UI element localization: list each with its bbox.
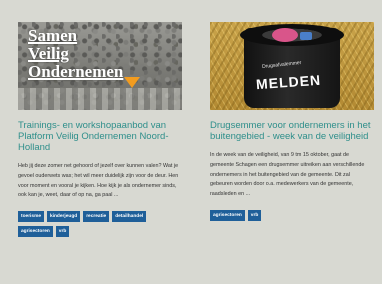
news-grid: Samen Veilig Ondernemen Trainings- en wo… [0, 0, 382, 284]
tag-agrisectoren[interactable]: agrisectoren [18, 226, 53, 238]
bucket-contents [272, 28, 298, 42]
tag-agrisectoren[interactable]: agrisectoren [210, 209, 245, 221]
overlay-line-3: Ondernemen [28, 62, 124, 81]
tag-kinderjeugd[interactable]: kinderjeugd [47, 211, 81, 223]
news-card-training[interactable]: Samen Veilig Ondernemen Trainings- en wo… [18, 22, 182, 238]
card-excerpt: Heb jij deze zomer net gehoord of jezelf… [18, 163, 179, 199]
card-title[interactable]: Drugsemmer voor ondernemers in het buite… [210, 120, 374, 142]
tag-toerisme[interactable]: toerisme [18, 211, 44, 223]
card-excerpt: In de week van de veiligheid, van 9 tm 1… [210, 152, 365, 198]
overlay-line-2: Veilig [28, 44, 69, 63]
tag-list: agrisectoren vrb [210, 209, 374, 221]
tag-vrb[interactable]: vrb [55, 226, 70, 238]
tag-vrb[interactable]: vrb [247, 209, 262, 221]
overlay-line-1: Samen [28, 26, 78, 45]
card-title[interactable]: Trainings- en workshopaanbod van Platfor… [18, 120, 182, 153]
image-overlay-text: Samen Veilig Ondernemen [28, 27, 123, 81]
crosswalk-stripes [18, 88, 182, 110]
news-card-drugsemmer[interactable]: Drugsafvalemmer MELDEN Drugsemmer voor o… [210, 22, 374, 221]
arrow-down-icon [124, 77, 140, 88]
tag-list: toerisme kinderjeugd recreatie detailhan… [18, 211, 182, 238]
tag-detailhandel[interactable]: detailhandel [112, 211, 147, 223]
card-image-bucket[interactable]: Drugsafvalemmer MELDEN [210, 22, 374, 110]
card-image-crowd[interactable]: Samen Veilig Ondernemen [18, 22, 182, 110]
tag-recreatie[interactable]: recreatie [83, 211, 110, 223]
bucket-item [300, 32, 312, 40]
